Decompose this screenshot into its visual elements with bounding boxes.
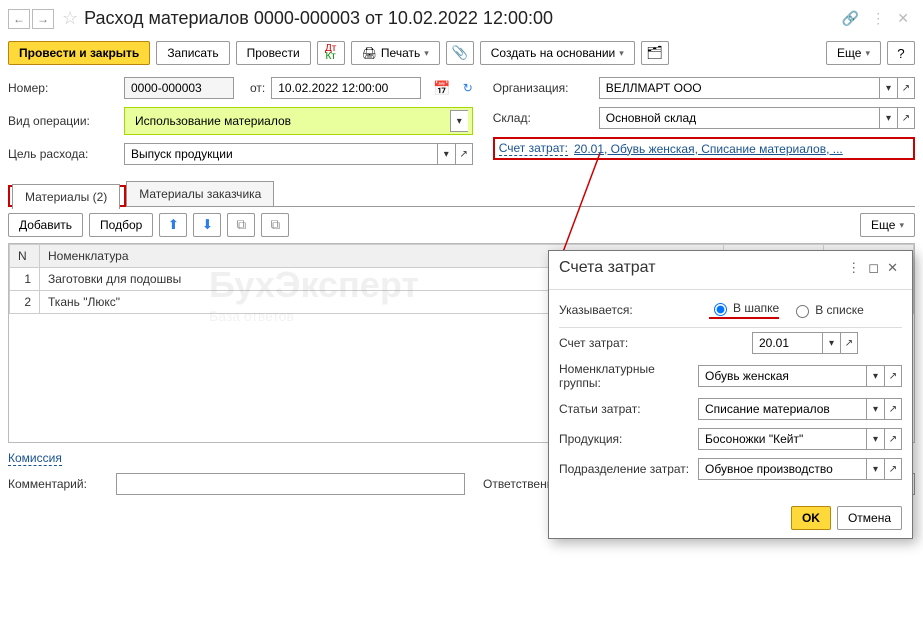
- popup-menu-icon[interactable]: ⋮: [843, 260, 864, 276]
- dtkt-button[interactable]: ДтКт: [317, 41, 345, 65]
- move-up-button[interactable]: ⬆: [159, 213, 187, 237]
- close-icon[interactable]: ✕: [897, 10, 909, 27]
- reports-button[interactable]: 🗂: [641, 41, 669, 65]
- paste-button[interactable]: ⧉: [261, 213, 289, 237]
- popup-maximize-icon[interactable]: ◻: [864, 260, 883, 276]
- popup-cancel-button[interactable]: Отмена: [837, 506, 902, 530]
- radio-in-header[interactable]: В шапке: [709, 300, 779, 319]
- popup-account-open[interactable]: ↗: [840, 332, 858, 354]
- pick-button[interactable]: Подбор: [89, 213, 153, 237]
- create-based-button[interactable]: Создать на основании ▾: [480, 41, 635, 65]
- cost-accounts-popup: Счета затрат ⋮ ◻ ✕ Указывается: В шапке …: [548, 250, 913, 539]
- popup-dept-label: Подразделение затрат:: [559, 462, 698, 476]
- cost-account-link[interactable]: 20.01, Обувь женская, Списание материало…: [574, 142, 909, 156]
- popup-product-open[interactable]: ↗: [884, 428, 902, 450]
- popup-account-label: Счет затрат:: [559, 336, 709, 350]
- post-button[interactable]: Провести: [236, 41, 311, 65]
- popup-product-dropdown[interactable]: ▾: [866, 428, 884, 450]
- popup-product-input[interactable]: [698, 428, 866, 450]
- warehouse-input[interactable]: [599, 107, 879, 129]
- popup-close-icon[interactable]: ✕: [883, 260, 902, 276]
- col-n: N: [10, 245, 40, 268]
- popup-costitem-input[interactable]: [698, 398, 866, 420]
- org-label: Организация:: [493, 81, 593, 95]
- nav-forward-button[interactable]: →: [32, 9, 54, 29]
- print-label: Печать: [381, 46, 420, 60]
- cost-account-label[interactable]: Счет затрат:: [499, 141, 568, 156]
- window-title: Расход материалов 0000-000003 от 10.02.2…: [84, 8, 836, 29]
- calendar-icon[interactable]: 📅: [433, 80, 450, 97]
- print-button[interactable]: 🖨 Печать ▾: [351, 41, 440, 65]
- popup-dept-input[interactable]: [698, 458, 866, 480]
- popup-costitem-label: Статьи затрат:: [559, 402, 698, 416]
- org-dropdown[interactable]: ▾: [879, 77, 897, 99]
- popup-product-label: Продукция:: [559, 432, 698, 446]
- purpose-dropdown[interactable]: ▾: [437, 143, 455, 165]
- purpose-input[interactable]: [124, 143, 437, 165]
- operation-input[interactable]: [129, 110, 450, 132]
- tab-customer-materials[interactable]: Материалы заказчика: [126, 181, 274, 206]
- popup-nomgroup-open[interactable]: ↗: [884, 365, 902, 387]
- operation-label: Вид операции:: [8, 114, 118, 128]
- number-input[interactable]: [124, 77, 234, 99]
- attach-button[interactable]: 📎: [446, 41, 474, 65]
- specified-label: Указывается:: [559, 303, 709, 317]
- commission-link[interactable]: Комиссия: [8, 451, 62, 466]
- radio-in-header-input[interactable]: [714, 303, 727, 316]
- radio-in-list-input[interactable]: [796, 305, 809, 318]
- radio-in-list[interactable]: В списке: [791, 302, 864, 318]
- purpose-label: Цель расхода:: [8, 147, 118, 161]
- popup-dept-dropdown[interactable]: ▾: [866, 458, 884, 480]
- link-icon[interactable]: 🔗: [842, 10, 859, 27]
- comment-input[interactable]: [116, 473, 465, 495]
- post-and-close-button[interactable]: Провести и закрыть: [8, 41, 150, 65]
- popup-ok-button[interactable]: OK: [791, 506, 831, 530]
- number-label: Номер:: [8, 81, 118, 95]
- org-open[interactable]: ↗: [897, 77, 915, 99]
- popup-nomgroup-dropdown[interactable]: ▾: [866, 365, 884, 387]
- more-button[interactable]: Еще ▾: [826, 41, 881, 65]
- save-button[interactable]: Записать: [156, 41, 229, 65]
- from-label: от:: [250, 81, 265, 95]
- nav-back-button[interactable]: ←: [8, 9, 30, 29]
- refresh-icon[interactable]: ↻: [463, 81, 473, 95]
- favorite-star-icon[interactable]: ☆: [62, 8, 78, 29]
- org-input[interactable]: [599, 77, 879, 99]
- popup-costitem-open[interactable]: ↗: [884, 398, 902, 420]
- popup-title: Счета затрат: [559, 259, 843, 277]
- tab-materials[interactable]: Материалы (2): [12, 184, 120, 209]
- menu-dots-icon[interactable]: ⋮: [871, 10, 885, 27]
- date-input[interactable]: [271, 77, 421, 99]
- popup-dept-open[interactable]: ↗: [884, 458, 902, 480]
- warehouse-label: Склад:: [493, 111, 593, 125]
- popup-nomgroup-label: Номенклатурные группы:: [559, 362, 698, 390]
- popup-costitem-dropdown[interactable]: ▾: [866, 398, 884, 420]
- table-more-button[interactable]: Еще ▾: [860, 213, 915, 237]
- popup-account-input[interactable]: [752, 332, 822, 354]
- popup-account-dropdown[interactable]: ▾: [822, 332, 840, 354]
- purpose-open[interactable]: ↗: [455, 143, 473, 165]
- comment-label: Комментарий:: [8, 477, 108, 491]
- move-down-button[interactable]: ⬇: [193, 213, 221, 237]
- popup-nomgroup-input[interactable]: [698, 365, 866, 387]
- warehouse-dropdown[interactable]: ▾: [879, 107, 897, 129]
- warehouse-open[interactable]: ↗: [897, 107, 915, 129]
- operation-dropdown[interactable]: ▾: [450, 110, 468, 132]
- copy-button[interactable]: ⧉: [227, 213, 255, 237]
- add-button[interactable]: Добавить: [8, 213, 83, 237]
- help-button[interactable]: ?: [887, 41, 915, 65]
